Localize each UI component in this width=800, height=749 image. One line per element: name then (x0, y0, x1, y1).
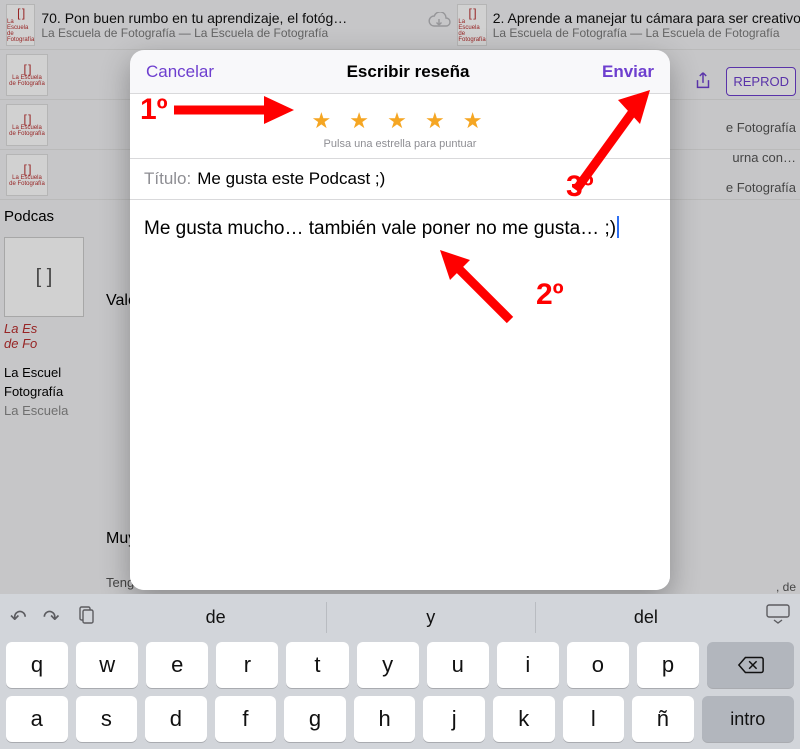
undo-icon[interactable]: ↶ (10, 605, 27, 630)
key-u[interactable]: u (427, 642, 489, 688)
keyboard-toolbar: ↶ ↷ de y del (6, 600, 794, 634)
key-s[interactable]: s (76, 696, 138, 742)
modal-header: Cancelar Escribir reseña Enviar (130, 50, 670, 94)
key-p[interactable]: p (637, 642, 699, 688)
key-enye[interactable]: ñ (632, 696, 694, 742)
key-l[interactable]: l (563, 696, 625, 742)
suggestion[interactable]: del (542, 602, 750, 633)
review-body-text: Me gusta mucho… también vale poner no me… (144, 218, 616, 239)
key-i[interactable]: i (497, 642, 559, 688)
key-q[interactable]: q (6, 642, 68, 688)
suggestion[interactable]: y (326, 602, 536, 633)
key-a[interactable]: a (6, 696, 68, 742)
key-f[interactable]: f (215, 696, 277, 742)
text-cursor (617, 216, 619, 238)
key-d[interactable]: d (145, 696, 207, 742)
review-body[interactable]: Me gusta mucho… también vale poner no me… (130, 200, 670, 590)
keyboard: ↶ ↷ de y del q w e r t y u i o p a s d f… (0, 594, 800, 749)
rating-area: ★ ★ ★ ★ ★ Pulsa una estrella para puntua… (130, 94, 670, 158)
suggestion[interactable]: de (112, 602, 320, 633)
keyboard-row-2: a s d f g h j k l ñ intro (6, 696, 794, 742)
hide-keyboard-icon[interactable] (766, 604, 790, 630)
key-r[interactable]: r (216, 642, 278, 688)
title-input[interactable] (197, 169, 656, 189)
key-enter[interactable]: intro (702, 696, 794, 742)
modal-title: Escribir reseña (347, 62, 470, 82)
send-button[interactable]: Enviar (602, 62, 654, 82)
key-o[interactable]: o (567, 642, 629, 688)
redo-icon[interactable]: ↷ (43, 605, 60, 630)
key-y[interactable]: y (357, 642, 419, 688)
review-title-row: Título: (130, 158, 670, 200)
key-e[interactable]: e (146, 642, 208, 688)
write-review-modal: Cancelar Escribir reseña Enviar ★ ★ ★ ★ … (130, 50, 670, 590)
cancel-button[interactable]: Cancelar (146, 62, 214, 82)
key-j[interactable]: j (423, 696, 485, 742)
star-rating[interactable]: ★ ★ ★ ★ ★ (130, 108, 670, 134)
rating-hint: Pulsa una estrella para puntuar (130, 138, 670, 150)
key-backspace[interactable] (707, 642, 794, 688)
clipboard-icon[interactable] (76, 604, 96, 630)
key-t[interactable]: t (286, 642, 348, 688)
key-h[interactable]: h (354, 696, 416, 742)
key-k[interactable]: k (493, 696, 555, 742)
suggestion-bar: de y del (112, 602, 750, 633)
key-w[interactable]: w (76, 642, 138, 688)
key-g[interactable]: g (284, 696, 346, 742)
keyboard-row-1: q w e r t y u i o p (6, 642, 794, 688)
title-label: Título: (144, 169, 191, 189)
